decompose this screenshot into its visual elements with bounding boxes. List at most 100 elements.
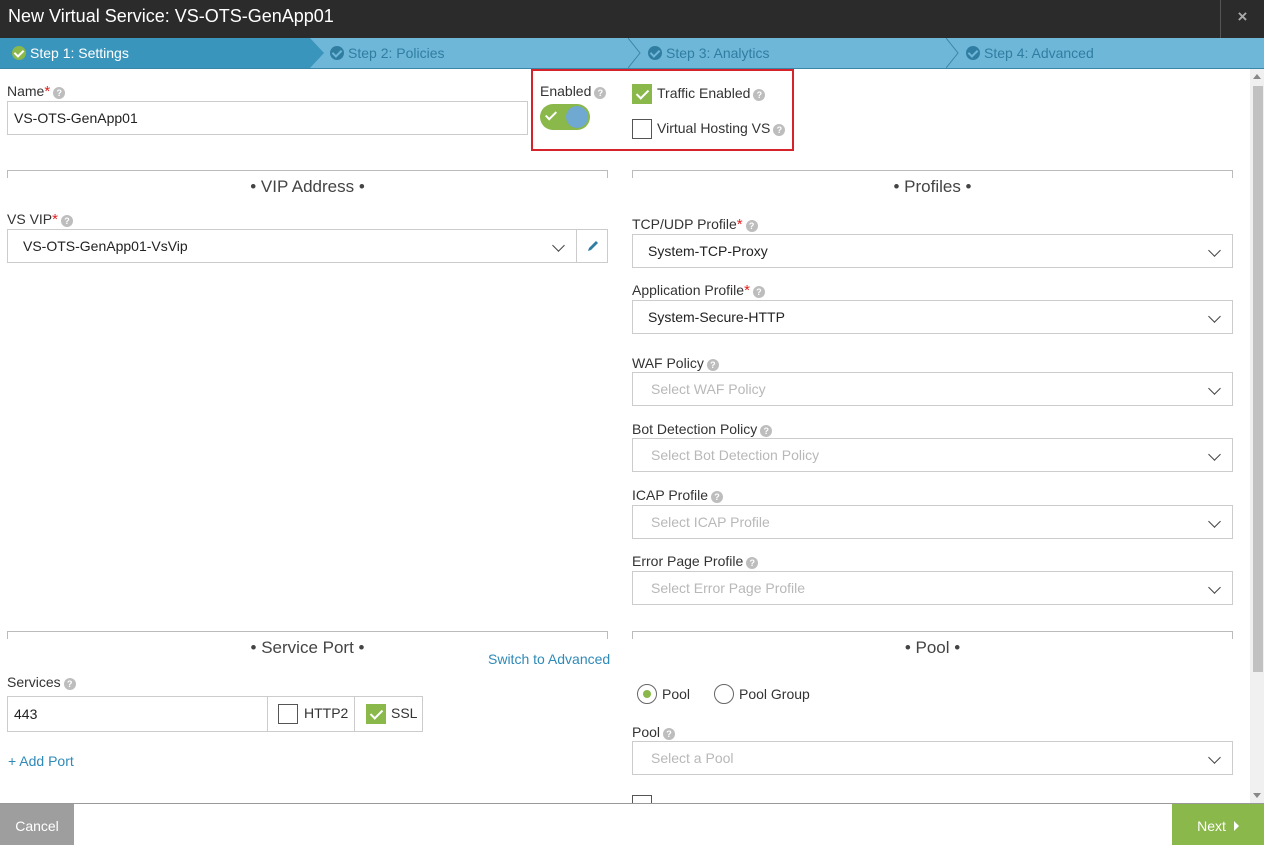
close-icon[interactable]: × <box>1220 0 1264 38</box>
ssl-option: SSL <box>354 696 423 732</box>
waf-policy-label: WAF Policy? <box>632 355 719 371</box>
switch-to-advanced-link[interactable]: Switch to Advanced <box>488 651 610 667</box>
wizard-step-label: Step 4: Advanced <box>984 45 1094 61</box>
error-page-placeholder: Select Error Page Profile <box>651 580 806 596</box>
http2-label: HTTP2 <box>304 705 349 721</box>
modal-title: New Virtual Service: VS-OTS-GenApp01 <box>8 6 334 26</box>
cancel-button[interactable]: Cancel <box>0 804 74 845</box>
pool-select[interactable]: Select a Pool <box>632 741 1233 775</box>
check-circle-icon <box>648 46 662 60</box>
waf-policy-placeholder: Select WAF Policy <box>651 381 766 397</box>
required-marker: * <box>744 282 750 299</box>
pool-group-radio[interactable] <box>714 684 734 704</box>
wizard-step-label: Step 1: Settings <box>30 45 129 61</box>
add-port-link[interactable]: + Add Port <box>8 753 74 769</box>
required-marker: * <box>44 83 51 100</box>
check-circle-icon <box>12 46 26 60</box>
check-circle-icon <box>330 46 344 60</box>
error-page-label-text: Error Page Profile <box>632 553 744 569</box>
modal-title-bar: New Virtual Service: VS-OTS-GenApp01 × <box>0 0 1264 38</box>
services-label-text: Services <box>7 674 61 690</box>
edit-vip-button[interactable] <box>576 229 608 263</box>
tcp-udp-select[interactable]: System-TCP-Proxy <box>632 234 1233 268</box>
wizard-step-analytics[interactable]: Step 3: Analytics <box>648 38 948 68</box>
vs-vip-label-text: VS VIP <box>7 211 53 227</box>
vertical-scrollbar[interactable] <box>1250 69 1264 803</box>
step-separator-icon <box>628 38 641 68</box>
icap-profile-placeholder: Select ICAP Profile <box>651 514 770 530</box>
caret-right-icon <box>1233 821 1239 831</box>
http2-checkbox[interactable] <box>278 704 298 724</box>
bot-detection-label: Bot Detection Policy? <box>632 421 773 437</box>
name-label-text: Name <box>7 83 45 99</box>
vs-vip-select[interactable]: VS-OTS-GenApp01-VsVip <box>7 229 577 263</box>
help-icon[interactable]: ? <box>760 425 773 437</box>
help-icon[interactable]: ? <box>745 220 758 232</box>
pencil-icon <box>588 241 598 251</box>
vip-address-header: • VIP Address • <box>7 170 608 200</box>
vs-vip-value: VS-OTS-GenApp01-VsVip <box>23 238 188 254</box>
pool-placeholder: Select a Pool <box>651 750 734 766</box>
error-page-select[interactable]: Select Error Page Profile <box>632 571 1233 605</box>
bot-detection-label-text: Bot Detection Policy <box>632 421 758 437</box>
pool-label: Pool? <box>632 724 676 740</box>
help-icon[interactable]: ? <box>706 359 719 371</box>
waf-policy-select[interactable]: Select WAF Policy <box>632 372 1233 406</box>
application-profile-value: System-Secure-HTTP <box>648 309 785 325</box>
scroll-down-icon[interactable] <box>1253 793 1261 798</box>
chevron-down-icon <box>1208 581 1221 594</box>
vs-vip-label: VS VIP*? <box>7 211 73 228</box>
icap-profile-select[interactable]: Select ICAP Profile <box>632 505 1233 539</box>
wizard-step-advanced[interactable]: Step 4: Advanced <box>966 38 1256 68</box>
services-label: Services? <box>7 674 76 690</box>
pool-header: • Pool • <box>632 631 1233 661</box>
check-circle-icon <box>966 46 980 60</box>
waf-policy-label-text: WAF Policy <box>632 355 704 371</box>
pool-group-radio-label: Pool Group <box>739 686 810 702</box>
scroll-thumb[interactable] <box>1253 86 1263 672</box>
chevron-down-icon <box>1208 310 1221 323</box>
icap-profile-label: ICAP Profile? <box>632 487 723 503</box>
wizard-step-label: Step 2: Policies <box>348 45 445 61</box>
help-icon[interactable]: ? <box>746 557 759 569</box>
application-profile-label: Application Profile*? <box>632 282 765 299</box>
step-separator-icon <box>310 38 324 68</box>
pool-label-text: Pool <box>632 724 661 740</box>
profiles-header: • Profiles • <box>632 170 1233 200</box>
next-button-label: Next <box>1197 818 1226 834</box>
chevron-down-icon <box>1208 448 1221 461</box>
help-icon[interactable]: ? <box>63 678 76 690</box>
application-profile-select[interactable]: System-Secure-HTTP <box>632 300 1233 334</box>
tcp-udp-label: TCP/UDP Profile*? <box>632 216 758 233</box>
help-icon[interactable]: ? <box>663 728 676 740</box>
next-button[interactable]: Next <box>1172 804 1264 845</box>
help-icon[interactable]: ? <box>53 87 66 99</box>
step-separator-icon <box>946 38 959 68</box>
wizard-steps: Step 1: Settings Step 2: Policies Step 3… <box>0 38 1264 69</box>
icap-profile-label-text: ICAP Profile <box>632 487 708 503</box>
pool-radio[interactable] <box>637 684 657 704</box>
bot-detection-select[interactable]: Select Bot Detection Policy <box>632 438 1233 472</box>
annotation-highlight-box <box>531 69 794 151</box>
help-icon[interactable]: ? <box>711 491 723 503</box>
help-icon[interactable]: ? <box>60 215 73 227</box>
chevron-down-icon <box>1208 751 1221 764</box>
wizard-step-settings[interactable]: Step 1: Settings <box>0 38 310 68</box>
chevron-down-icon <box>1208 515 1221 528</box>
scroll-up-icon[interactable] <box>1253 74 1261 79</box>
ssl-label: SSL <box>391 705 418 721</box>
modal-footer: Cancel Next <box>0 803 1264 845</box>
service-port-input[interactable]: 443 <box>7 696 268 732</box>
chevron-down-icon <box>552 239 565 252</box>
ssl-checkbox[interactable] <box>366 704 386 724</box>
wizard-step-label: Step 3: Analytics <box>666 45 770 61</box>
bot-detection-placeholder: Select Bot Detection Policy <box>651 447 820 463</box>
chevron-down-icon <box>1208 244 1221 257</box>
name-label: Name*? <box>7 83 66 100</box>
name-input[interactable]: VS-OTS-GenApp01 <box>7 101 528 135</box>
required-marker: * <box>52 211 58 228</box>
help-icon[interactable]: ? <box>752 286 765 298</box>
chevron-down-icon <box>1208 382 1221 395</box>
tcp-udp-value: System-TCP-Proxy <box>648 243 768 259</box>
wizard-step-policies[interactable]: Step 2: Policies <box>330 38 630 68</box>
